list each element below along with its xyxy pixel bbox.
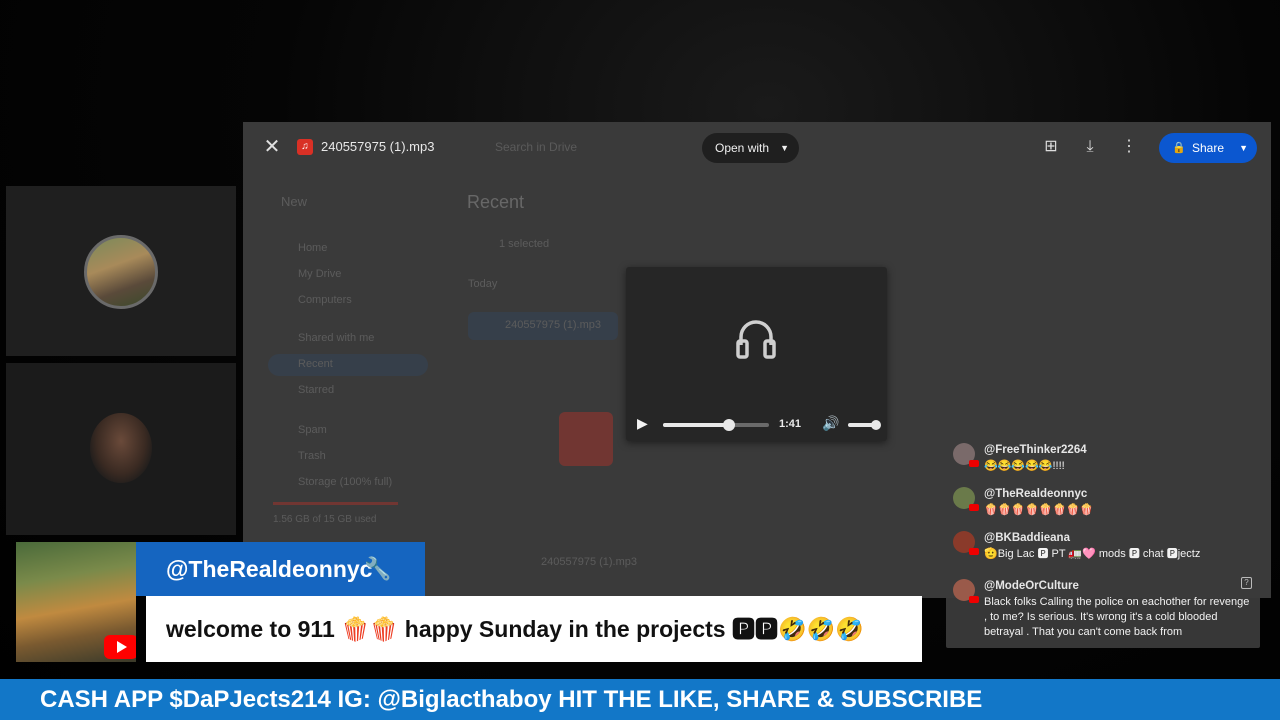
ticker-banner: CASH APP $DaPJects214 IG: @Biglacthaboy … bbox=[0, 679, 1280, 720]
storage-text: 1.56 GB of 15 GB used bbox=[273, 514, 377, 525]
storage-bar bbox=[273, 502, 398, 505]
recent-heading: Recent bbox=[467, 192, 525, 212]
host-photo bbox=[16, 542, 136, 662]
volume-icon[interactable]: 🔊 bbox=[822, 415, 839, 432]
nav-computers[interactable]: Computers bbox=[298, 294, 352, 306]
lower-third-message: welcome to 911 🍿🍿 happy Sunday in the pr… bbox=[146, 596, 922, 662]
host-avatar bbox=[84, 235, 158, 309]
nav-my-drive[interactable]: My Drive bbox=[298, 268, 341, 280]
chat-author: @TheRealdeonnyc bbox=[984, 488, 1088, 500]
chat-message: @BKBaddieana 🫡Big Lac 🅿 PT 🚛🩷 mods 🅿 cha… bbox=[946, 524, 1266, 568]
nav-storage[interactable]: Storage (100% full) bbox=[298, 476, 392, 488]
nav-spam[interactable]: Spam bbox=[298, 424, 327, 436]
file-title: 240557975 (1).mp3 bbox=[321, 139, 435, 154]
chat-message: @FreeThinker2264 😂😂😂😂😂!!!! bbox=[946, 436, 1266, 480]
close-icon[interactable]: ✕ bbox=[261, 136, 283, 158]
audio-player: ▶ 1:41 🔊 bbox=[626, 267, 887, 441]
chat-author: @FreeThinker2264 bbox=[984, 444, 1087, 456]
drive-new-button[interactable]: New bbox=[281, 194, 307, 209]
chat-text: Black folks Calling the police on eachot… bbox=[984, 596, 1250, 638]
chat-text: 😂😂😂😂😂!!!! bbox=[984, 460, 1065, 472]
selection-count: 1 selected bbox=[499, 238, 550, 250]
seek-slider[interactable] bbox=[663, 419, 769, 431]
youtube-icon bbox=[969, 596, 979, 603]
bottom-file-name[interactable]: 240557975 (1).mp3 bbox=[541, 556, 637, 568]
wrench-icon: 🔧 bbox=[364, 556, 392, 581]
add-comment-icon[interactable]: ⊞ bbox=[1041, 137, 1061, 157]
search-input[interactable]: Search in Drive bbox=[495, 140, 577, 154]
avatar bbox=[953, 487, 979, 511]
today-label: Today bbox=[468, 278, 498, 290]
camera-tile-guest bbox=[6, 363, 236, 535]
avatar bbox=[953, 579, 979, 603]
share-button[interactable]: 🔒 Share ▼ bbox=[1159, 133, 1257, 163]
volume-slider[interactable] bbox=[848, 420, 881, 430]
lower-third-name: @TheRealdeonnyc 🔧 bbox=[136, 542, 425, 596]
playback-time: 1:41 bbox=[779, 418, 802, 430]
youtube-icon bbox=[969, 460, 979, 467]
live-chat: @FreeThinker2264 😂😂😂😂😂!!!! @TheRealdeonn… bbox=[946, 436, 1266, 648]
chevron-down-icon[interactable]: ▼ bbox=[1239, 133, 1248, 163]
chat-message: @TheRealdeonnyc 🍿🍿🍿🍿🍿🍿🍿🍿 bbox=[946, 480, 1266, 524]
camera-tile-host bbox=[6, 186, 236, 356]
file-thumbnail[interactable] bbox=[559, 412, 613, 466]
guest-avatar bbox=[90, 413, 152, 483]
question-icon: ? bbox=[1241, 577, 1252, 589]
nav-starred[interactable]: Starred bbox=[298, 384, 334, 396]
nav-recent[interactable]: Recent bbox=[298, 358, 333, 370]
chat-message-highlighted: ? @ModeOrCulture Black folks Calling the… bbox=[946, 572, 1260, 648]
chevron-down-icon: ▼ bbox=[780, 143, 789, 153]
audio-file-icon: ♫ bbox=[297, 139, 313, 155]
avatar bbox=[953, 531, 979, 555]
open-with-button[interactable]: Open with ▼ bbox=[702, 133, 799, 163]
headphones-icon bbox=[736, 320, 776, 359]
lock-icon: 🔒 bbox=[1172, 142, 1186, 154]
play-button[interactable]: ▶ bbox=[637, 415, 648, 432]
chat-author: @ModeOrCulture bbox=[984, 580, 1079, 592]
more-options-icon[interactable]: ⋮ bbox=[1119, 137, 1139, 157]
nav-trash[interactable]: Trash bbox=[298, 450, 326, 462]
file-row-name[interactable]: 240557975 (1).mp3 bbox=[505, 319, 601, 331]
youtube-icon bbox=[969, 504, 979, 511]
youtube-icon bbox=[969, 548, 979, 555]
nav-home[interactable]: Home bbox=[298, 242, 327, 254]
chat-author: @BKBaddieana bbox=[984, 532, 1070, 544]
chat-text: 🫡Big Lac 🅿 PT 🚛🩷 mods 🅿 chat 🅿jectz bbox=[984, 548, 1201, 560]
stream-canvas: New Home My Drive Computers Shared with … bbox=[0, 0, 1280, 720]
viewer-toolbar: ✕ ♫ 240557975 (1).mp3 Search in Drive Op… bbox=[243, 122, 1271, 174]
youtube-logo-icon bbox=[104, 635, 136, 659]
avatar bbox=[953, 443, 979, 467]
chat-text: 🍿🍿🍿🍿🍿🍿🍿🍿 bbox=[984, 504, 1094, 516]
download-icon[interactable]: ⤓ bbox=[1080, 137, 1100, 157]
nav-shared[interactable]: Shared with me bbox=[298, 332, 374, 344]
